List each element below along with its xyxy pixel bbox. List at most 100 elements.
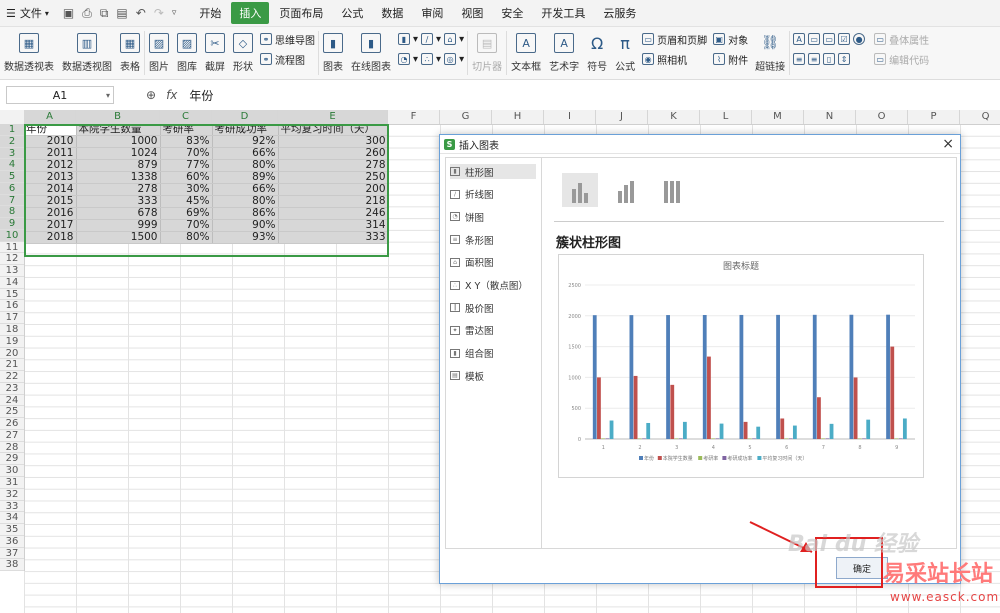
row-header[interactable]: 16 <box>0 300 24 313</box>
row-header[interactable]: 32 <box>0 489 24 501</box>
data-cell[interactable]: 1024 <box>76 147 161 161</box>
data-cell[interactable]: 2010 <box>24 135 77 149</box>
close-icon[interactable]: × <box>942 136 954 152</box>
column-header[interactable]: O <box>856 110 908 124</box>
textbox-button[interactable]: A 文本框 <box>507 27 545 73</box>
row-header[interactable]: 26 <box>0 418 24 430</box>
stacked-column-subtype[interactable] <box>608 173 644 207</box>
slicer-button[interactable]: ▤ 切片器 <box>468 27 506 73</box>
label-control-icon[interactable]: A <box>793 33 806 45</box>
data-cell[interactable]: 218 <box>278 195 389 209</box>
row-header[interactable]: 15 <box>0 289 24 301</box>
column-header[interactable]: P <box>908 110 960 124</box>
row-header[interactable]: 38 <box>0 559 24 572</box>
mindmap-button[interactable]: ⚭ 思维导图 <box>260 31 315 47</box>
data-cell[interactable]: 2015 <box>24 195 77 209</box>
row-header[interactable]: 9 <box>0 218 24 230</box>
row-header[interactable]: 36 <box>0 536 24 548</box>
tab-7[interactable]: 安全 <box>493 2 531 24</box>
data-cell[interactable]: 678 <box>76 207 161 221</box>
data-cell[interactable]: 60% <box>160 171 213 185</box>
file-menu[interactable]: ☰ 文件 ▾ <box>0 0 57 26</box>
tab-6[interactable]: 视图 <box>453 2 491 24</box>
data-cell[interactable]: 30% <box>160 183 213 197</box>
row-header[interactable]: 5 <box>0 171 24 183</box>
table-button[interactable]: ▦ 表格 <box>116 27 144 73</box>
row-header[interactable]: 24 <box>0 395 24 407</box>
ok-button[interactable]: 确定 <box>836 557 888 579</box>
row-header[interactable]: 8 <box>0 206 24 219</box>
data-cell[interactable]: 80% <box>212 159 279 173</box>
row-header[interactable]: 6 <box>0 182 24 195</box>
row-header[interactable]: 17 <box>0 312 24 325</box>
column-header[interactable]: A <box>24 110 76 124</box>
view-code-button[interactable]: ▭ 编辑代码 <box>874 51 929 67</box>
data-cell[interactable]: 2011 <box>24 147 77 161</box>
export-pdf-icon[interactable]: ▤ <box>116 6 127 20</box>
tab-5[interactable]: 审阅 <box>413 2 451 24</box>
customize-toolbar-icon[interactable]: ▿ <box>172 8 177 18</box>
column-header[interactable]: B <box>76 110 160 124</box>
column-header[interactable]: D <box>212 110 278 124</box>
row-header[interactable]: 14 <box>0 277 24 289</box>
print-preview-icon[interactable]: ⧉ <box>100 6 109 21</box>
combobox-control-icon[interactable]: ≡ <box>808 53 821 65</box>
data-cell[interactable]: 89% <box>212 171 279 185</box>
spinner-control-icon[interactable]: ⇕ <box>838 53 851 65</box>
radio-control-icon[interactable]: ● <box>853 33 866 45</box>
flowchart-button[interactable]: ⚭ 流程图 <box>260 51 315 67</box>
chart-button[interactable]: ▮ 图表 <box>319 27 347 73</box>
data-cell[interactable]: 2016 <box>24 207 77 221</box>
chart-type-item[interactable]: ◔ 饼图 <box>450 209 536 224</box>
picture-button[interactable]: ▨ 图片 <box>145 27 173 73</box>
row-header[interactable]: 37 <box>0 548 24 560</box>
row-header[interactable]: 2 <box>0 135 24 148</box>
gallery-button[interactable]: ▨ 图库 <box>173 27 201 73</box>
column-header[interactable]: Q <box>960 110 1000 124</box>
object-button[interactable]: ▣ 对象 <box>713 31 748 47</box>
wordart-button[interactable]: A 艺术字 <box>545 27 583 73</box>
chart-type-item[interactable]: ≡ 条形图 <box>450 232 536 247</box>
column-header[interactable]: F <box>388 110 440 124</box>
data-cell[interactable]: 92% <box>212 135 279 149</box>
chart-type-item[interactable]: ✦ 雷达图 <box>450 323 536 338</box>
chart-type-item[interactable]: ▮ 柱形图 <box>450 164 536 179</box>
header-cell[interactable]: 考研率 <box>160 124 213 137</box>
data-cell[interactable]: 333 <box>278 231 389 245</box>
tab-2[interactable]: 页面布局 <box>271 2 331 24</box>
name-box[interactable]: A1 ▾ <box>6 86 114 104</box>
column-header[interactable]: E <box>278 110 388 124</box>
column-header[interactable]: H <box>492 110 544 124</box>
row-header[interactable]: 35 <box>0 524 24 536</box>
data-cell[interactable]: 278 <box>76 183 161 197</box>
column-header[interactable]: K <box>648 110 700 124</box>
data-cell[interactable]: 2012 <box>24 159 77 173</box>
pie-chart-dropdown[interactable]: ◔ ▾ ∴ ▾ ◎ ▾ <box>398 51 464 67</box>
row-header[interactable]: 18 <box>0 324 24 336</box>
tab-4[interactable]: 数据 <box>373 2 411 24</box>
header-cell[interactable]: 考研成功率 <box>212 124 279 137</box>
header-cell[interactable]: 平均复习时间（天） <box>278 124 389 137</box>
percent-stacked-column-subtype[interactable] <box>654 173 690 207</box>
row-header[interactable]: 33 <box>0 501 24 513</box>
data-cell[interactable]: 1338 <box>76 171 161 185</box>
column-header[interactable]: L <box>700 110 752 124</box>
groupbox-control-icon[interactable]: ▭ <box>808 33 821 45</box>
chart-type-item[interactable]: ∕ 折线图 <box>450 187 536 202</box>
data-cell[interactable]: 879 <box>76 159 161 173</box>
data-cell[interactable]: 70% <box>160 219 213 233</box>
zoom-icon[interactable]: ⊕ <box>146 88 156 102</box>
chart-type-item[interactable]: ⌂ 面积图 <box>450 255 536 270</box>
row-header[interactable]: 23 <box>0 383 24 395</box>
tab-3[interactable]: 公式 <box>333 2 371 24</box>
data-cell[interactable]: 333 <box>76 195 161 209</box>
data-cell[interactable]: 70% <box>160 147 213 161</box>
data-cell[interactable]: 2014 <box>24 183 77 197</box>
row-header[interactable]: 12 <box>0 253 24 266</box>
row-header[interactable]: 3 <box>0 147 24 160</box>
data-cell[interactable]: 278 <box>278 159 389 173</box>
row-header[interactable]: 11 <box>0 242 24 254</box>
data-cell[interactable]: 2017 <box>24 219 77 233</box>
data-cell[interactable]: 66% <box>212 147 279 161</box>
row-header[interactable]: 10 <box>0 229 24 242</box>
